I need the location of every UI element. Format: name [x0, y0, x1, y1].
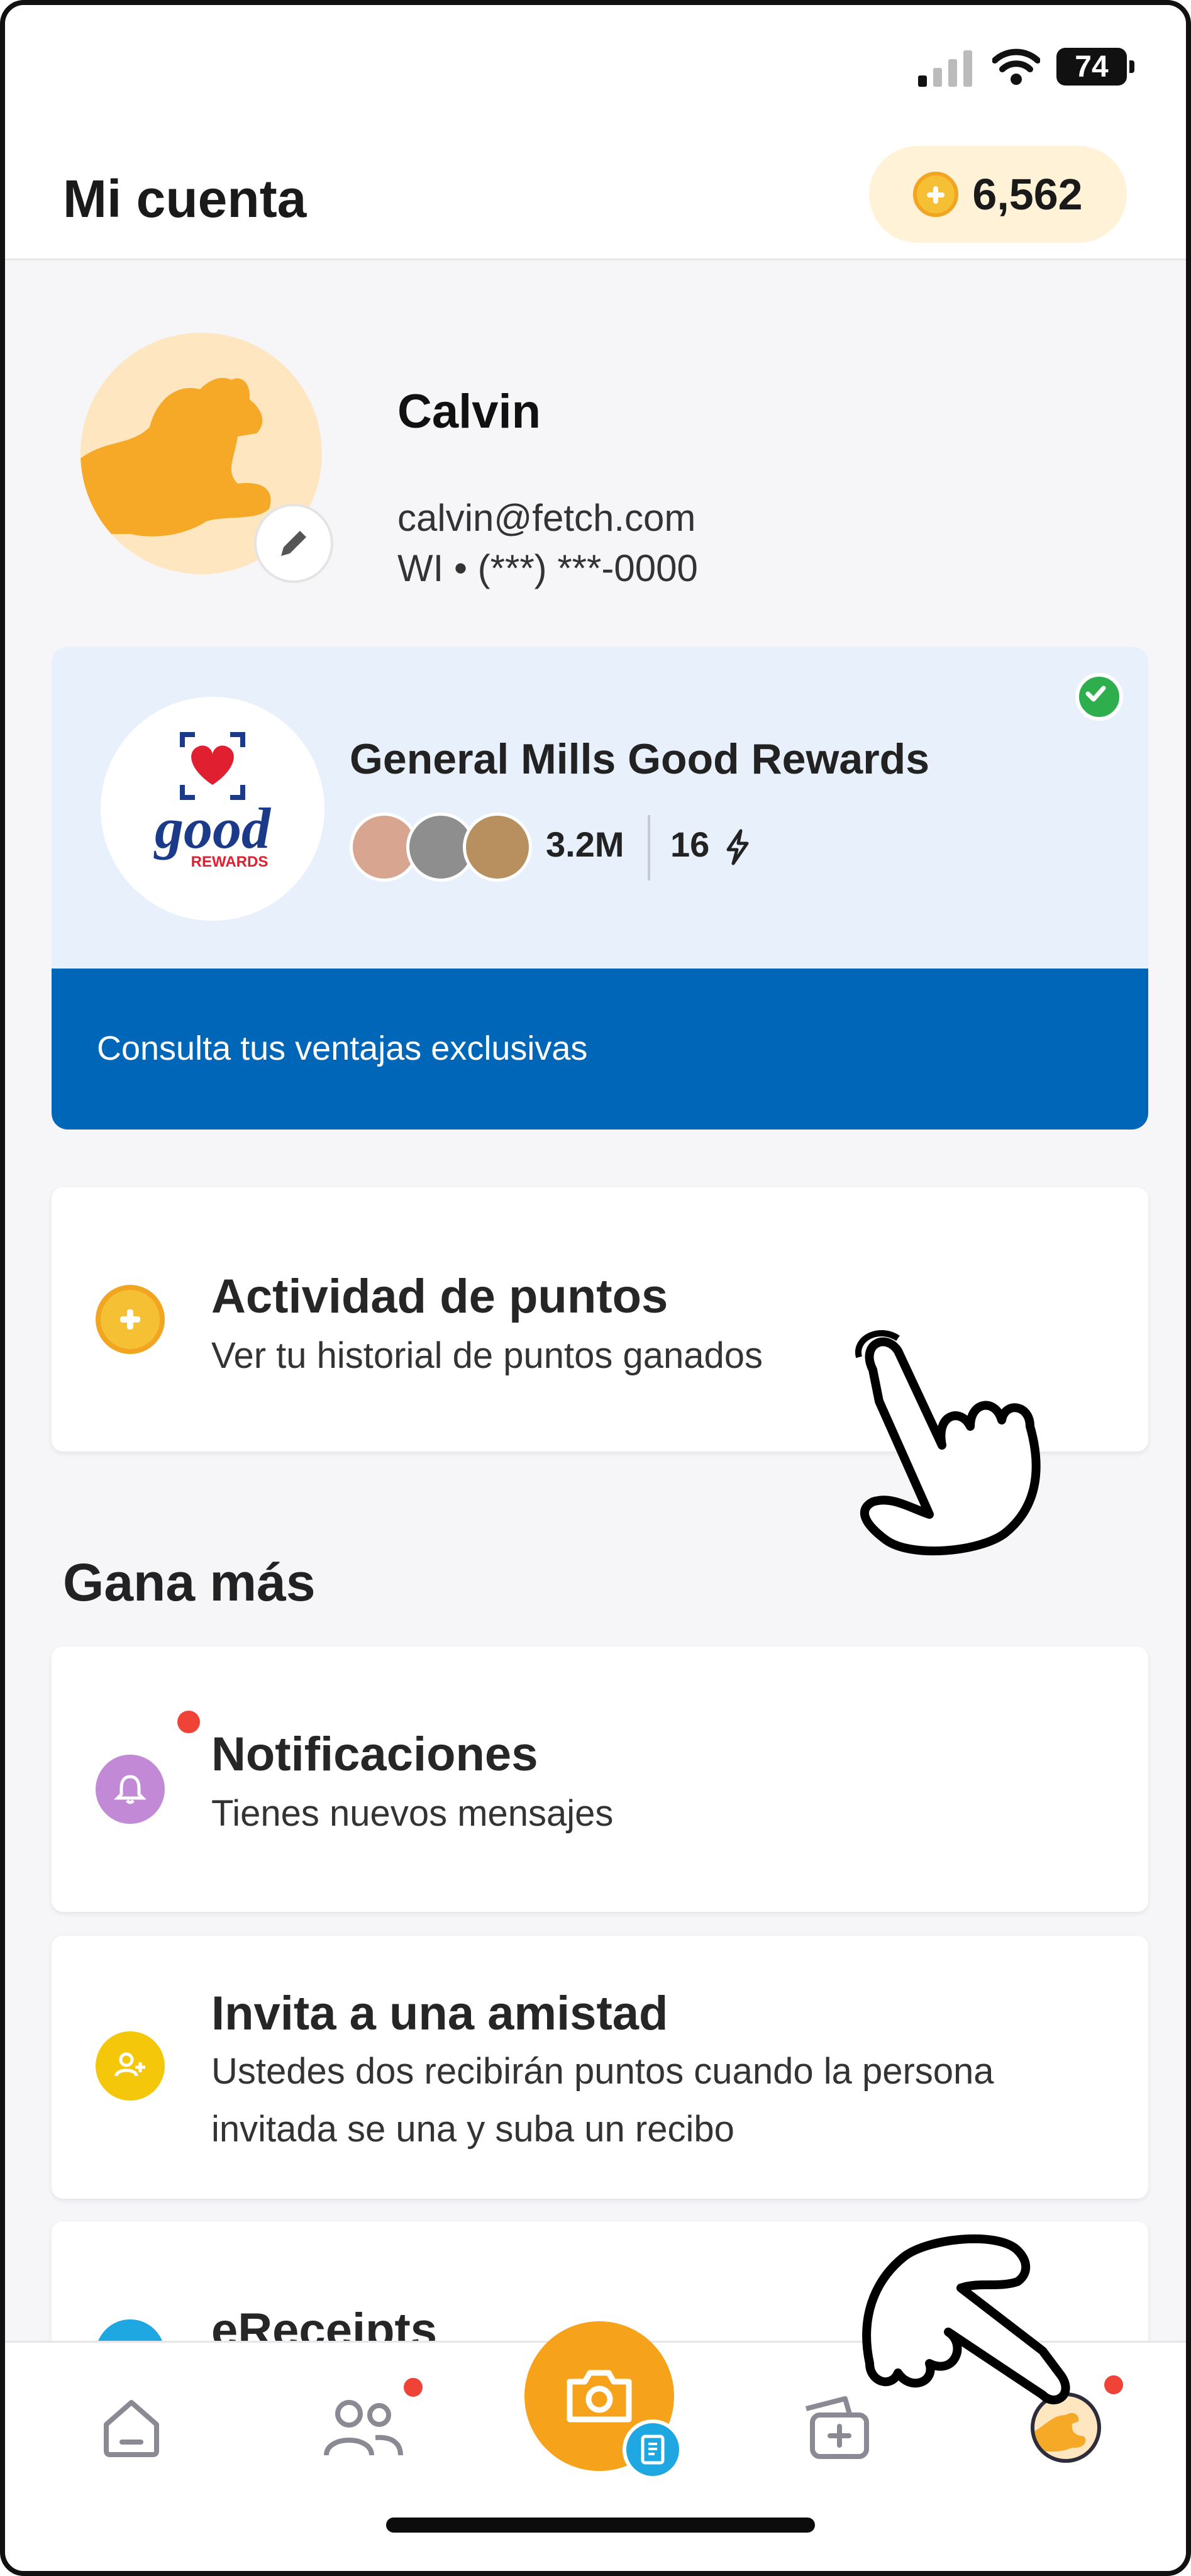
profile-name: Calvin — [397, 385, 541, 438]
points-activity-title: Actividad de puntos — [211, 1270, 668, 1323]
points-balance-button[interactable]: 6,562 — [869, 146, 1127, 243]
streak-value: 16 — [670, 824, 710, 864]
profile-section: Calvin calvin@fetch.com WI • (***) ***-0… — [5, 258, 1186, 636]
home-icon — [104, 2400, 159, 2457]
invite-friend-title: Invita a una amistad — [211, 1987, 668, 2040]
pointing-hand-icon — [862, 2234, 1070, 2404]
streak-count: 16 — [670, 824, 752, 866]
featured-program-card[interactable]: good REWARDS General Mills Good Rewards … — [52, 647, 1148, 1130]
home-indicator — [386, 2518, 815, 2533]
bell-icon — [96, 1755, 165, 1824]
member-avatar — [463, 813, 532, 882]
signal-icon — [918, 50, 972, 87]
ereceipt-badge-icon — [623, 2419, 683, 2480]
profile-phone: WI • (***) ***-0000 — [397, 547, 698, 589]
pointing-hand-icon — [855, 1330, 1041, 1556]
phone-frame: 74 Mi cuenta 6,562 Calvin calvin@fetch.c… — [0, 0, 1191, 2576]
friends-notification-dot — [404, 2378, 423, 2397]
earn-more-heading: Gana más — [63, 1553, 316, 1612]
featured-program-cta[interactable]: Consulta tus ventajas exclusivas — [52, 969, 1148, 1130]
nav-home[interactable] — [84, 2380, 179, 2475]
profile-email: calvin@fetch.com — [397, 497, 696, 539]
scan-receipt-button[interactable] — [524, 2321, 683, 2480]
featured-program-name: General Mills Good Rewards — [350, 735, 930, 783]
app-header: Mi cuenta 6,562 — [5, 131, 1186, 260]
invite-friend-subtitle: Ustedes dos recibirán puntos cuando la p… — [211, 2051, 994, 2150]
notifications-title: Notificaciones — [211, 1728, 538, 1781]
friends-icon — [324, 2400, 403, 2456]
member-count: 3.2M — [546, 824, 624, 864]
verified-check-icon — [1075, 673, 1123, 721]
notifications-subtitle: Tienes nuevos mensajes — [211, 1793, 614, 1834]
featured-program-link: Consulta tus ventajas exclusivas — [97, 1030, 588, 1067]
pencil-icon — [281, 531, 306, 556]
coin-icon — [96, 1285, 165, 1354]
coin-icon — [913, 172, 959, 217]
battery-icon: 74 — [1056, 48, 1134, 86]
page-title: Mi cuenta — [63, 169, 307, 228]
divider — [648, 815, 650, 880]
good-rewards-logo: good REWARDS — [101, 697, 324, 921]
camera-icon — [567, 2370, 632, 2423]
profile-notification-dot — [1104, 2375, 1123, 2394]
invite-friend-card[interactable]: Invita a una amistad Ustedes dos recibir… — [52, 1936, 1148, 2199]
points-balance: 6,562 — [972, 170, 1083, 219]
lightning-icon — [726, 829, 749, 865]
status-bar: 74 — [5, 5, 1186, 131]
edit-avatar-button[interactable] — [254, 504, 333, 583]
member-avatars — [350, 813, 538, 882]
nav-friends[interactable] — [316, 2378, 423, 2475]
featured-program-header: good REWARDS General Mills Good Rewards … — [52, 647, 1148, 969]
logo-wordmark: good — [153, 796, 272, 860]
battery-level: 74 — [1075, 50, 1109, 84]
points-activity-subtitle: Ver tu historial de puntos ganados — [211, 1335, 763, 1376]
notifications-card[interactable]: Notificaciones Tienes nuevos mensajes — [52, 1646, 1148, 1912]
wifi-icon — [992, 48, 1040, 85]
add-user-icon — [96, 2031, 165, 2101]
logo-subtext: REWARDS — [191, 853, 269, 870]
notification-dot — [177, 1711, 200, 1733]
